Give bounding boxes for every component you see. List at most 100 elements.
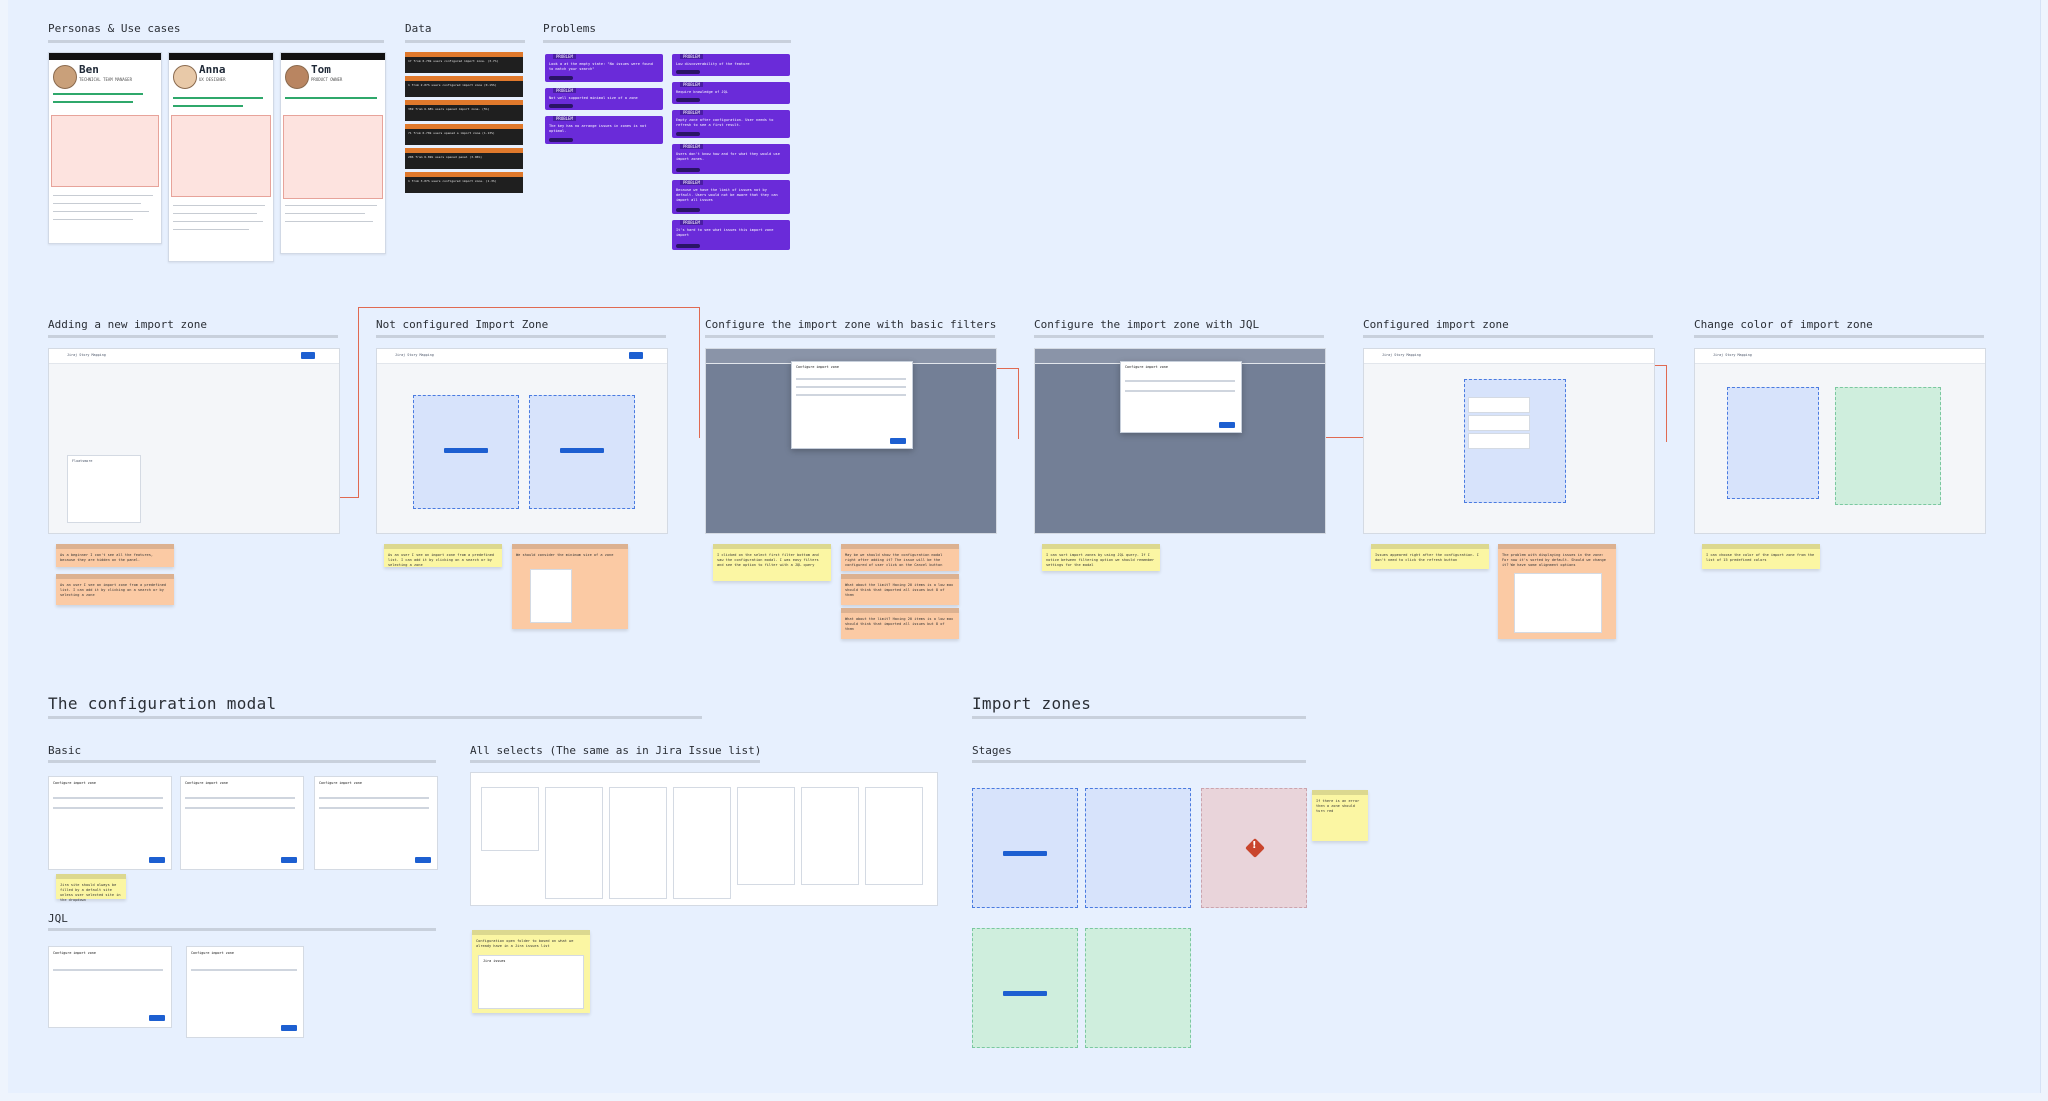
divider xyxy=(48,760,436,763)
sticky-note[interactable]: What about the limit? Having 20 items is… xyxy=(841,574,959,605)
sticky-note[interactable]: Issues appeared right after the configur… xyxy=(1371,544,1489,569)
modal-variant[interactable]: Configure import zone xyxy=(48,776,172,870)
section-title-config-modal: The configuration modal xyxy=(48,694,277,713)
persona-name: Ben xyxy=(79,63,99,76)
problem-card[interactable]: PROBLEM It's hard to see what issues this… xyxy=(672,220,790,250)
sticky-note[interactable]: I clicked on the select first filter bot… xyxy=(713,544,831,581)
configure-modal[interactable]: Configure import zone xyxy=(791,361,913,449)
import-zone-green[interactable] xyxy=(1835,387,1941,505)
subsection-title: Basic xyxy=(48,744,82,757)
divider xyxy=(48,40,384,43)
divider xyxy=(470,760,760,763)
persona-name: Tom xyxy=(311,63,331,76)
zone-stage-loading[interactable] xyxy=(1085,788,1191,908)
persona-card-ben[interactable]: Ben TECHNICAL TEAM MANAGER xyxy=(48,52,162,244)
sticky-note[interactable]: If there is an error then a zone should … xyxy=(1312,790,1368,841)
data-item: 71 from 6.70k users opened a import zone… xyxy=(405,124,523,145)
subsection-title: All selects (The same as in Jira Issue l… xyxy=(470,744,762,757)
skill-bar xyxy=(173,97,263,99)
persona-role: PRODUCT OWNER xyxy=(311,77,343,82)
persona-role: UX DESIGNER xyxy=(199,77,226,82)
problem-card[interactable]: PROBLEM Empty zone after configuration. U… xyxy=(672,110,790,138)
divider xyxy=(972,760,1306,763)
problem-card[interactable]: PROBLEM Users don't know how and for what… xyxy=(672,144,790,174)
sticky-note[interactable]: As an user I see an import zone from a p… xyxy=(56,574,174,605)
screenshot-change-color[interactable]: Jiraj Story Mapping xyxy=(1694,348,1986,534)
sticky-note[interactable]: I can choose the color of the import zon… xyxy=(1702,544,1820,569)
problem-card[interactable]: PROBLEM Because we have the limit of issu… xyxy=(672,180,790,214)
section-title-problems: Problems xyxy=(543,22,596,35)
sticky-note[interactable]: Configuration open folder to based on wh… xyxy=(472,930,590,1013)
problem-card[interactable]: PROBLEM The key has no arrange issues in … xyxy=(545,116,663,144)
subsection-title: JQL xyxy=(48,912,68,925)
problem-card[interactable]: PROBLEM Low discoverability of the featur… xyxy=(672,54,790,76)
import-zone[interactable] xyxy=(529,395,635,509)
pain-points-box xyxy=(283,115,383,199)
pain-points-box xyxy=(171,115,271,197)
divider xyxy=(543,40,791,43)
selects-overview[interactable] xyxy=(470,772,938,906)
divider xyxy=(705,335,995,338)
data-item: 369 from 6.68% users opened import zone.… xyxy=(405,100,523,121)
whiteboard-canvas[interactable]: Personas & Use cases Ben TECHNICAL TEAM … xyxy=(8,0,2041,1093)
skill-bar xyxy=(53,101,133,103)
sticky-note[interactable]: The problem with displaying issues in th… xyxy=(1498,544,1616,639)
persona-card-tom[interactable]: Tom PRODUCT OWNER xyxy=(280,52,386,254)
persona-card-anna[interactable]: Anna UX DESIGNER xyxy=(168,52,274,262)
screenshot-configured[interactable]: Jiraj Story Mapping xyxy=(1363,348,1655,534)
avatar xyxy=(285,65,309,89)
sticky-note[interactable]: What about the limit? Having 20 items is… xyxy=(841,608,959,639)
screenshot-adding-zone[interactable]: Jiraj Story Mapping Floatsmore xyxy=(48,348,340,534)
section-title-personas: Personas & Use cases xyxy=(48,22,181,35)
skill-bar xyxy=(53,93,143,95)
flow-title: Configure the import zone with JQL xyxy=(1034,318,1260,331)
screenshot-jql[interactable]: Configure import zone xyxy=(1034,348,1326,534)
divider xyxy=(1363,335,1653,338)
exclamation-icon: ! xyxy=(1252,840,1257,851)
data-item: 17 from 6.70k users configured import zo… xyxy=(405,52,523,73)
avatar xyxy=(53,65,77,89)
import-zone[interactable] xyxy=(413,395,519,509)
subsection-title: Stages xyxy=(972,744,1012,757)
sticky-note[interactable]: As an user I see an import zone from a p… xyxy=(384,544,502,567)
configure-modal[interactable]: Configure import zone xyxy=(1120,361,1242,433)
sticky-note[interactable]: Jira site should always be filled by a d… xyxy=(56,874,126,902)
flow-title: Configured import zone xyxy=(1363,318,1509,331)
flow-title: Change color of import zone xyxy=(1694,318,1873,331)
divider xyxy=(48,716,702,719)
skill-bar xyxy=(285,97,377,99)
sticky-note[interactable]: I can sort import zones by using JQL que… xyxy=(1042,544,1160,571)
modal-variant[interactable]: Configure import zone xyxy=(48,946,172,1028)
divider xyxy=(48,928,436,931)
pain-points-box xyxy=(51,115,159,187)
zone-stage-green[interactable] xyxy=(1085,928,1191,1048)
zone-stage-empty[interactable] xyxy=(972,788,1078,908)
modal-variant[interactable]: Configure import zone xyxy=(186,946,304,1038)
screenshot-not-configured[interactable]: Jiraj Story Mapping xyxy=(376,348,668,534)
flow-title: Configure the import zone with basic fil… xyxy=(705,318,997,331)
modal-variant[interactable]: Configure import zone xyxy=(180,776,304,870)
problem-card[interactable]: PROBLEM Require knowledge of JQL xyxy=(672,82,790,104)
import-zone[interactable] xyxy=(1727,387,1819,499)
divider xyxy=(972,716,1306,719)
divider xyxy=(1034,335,1324,338)
data-item: 1 from 2.07% users configured import zon… xyxy=(405,76,523,97)
zone-stage-green-empty[interactable] xyxy=(972,928,1078,1048)
modal-variant[interactable]: Configure import zone xyxy=(314,776,438,870)
zone-stage-error[interactable]: ! xyxy=(1201,788,1307,908)
skill-bar xyxy=(173,105,243,107)
persona-name: Anna xyxy=(199,63,226,76)
section-title-data: Data xyxy=(405,22,432,35)
data-item: 1 from 3.07% users configured import zon… xyxy=(405,172,523,193)
problem-card[interactable]: PROBLEM Look a at the empty state: "No is… xyxy=(545,54,663,82)
divider xyxy=(1694,335,1984,338)
problem-card[interactable]: PROBLEM Not well supported minimal size o… xyxy=(545,88,663,110)
divider xyxy=(405,40,525,43)
sticky-note[interactable]: As a beginner I can't see all the featur… xyxy=(56,544,174,567)
sticky-note[interactable]: We should consider the minimum size of a… xyxy=(512,544,628,629)
sticky-note[interactable]: May be we should show the configuration … xyxy=(841,544,959,571)
data-item: 206 from 6.69k users opened panel (3.96%… xyxy=(405,148,523,169)
screenshot-basic-filters[interactable]: Configure import zone xyxy=(705,348,997,534)
avatar xyxy=(173,65,197,89)
floatsmore-panel[interactable]: Floatsmore xyxy=(67,455,141,523)
